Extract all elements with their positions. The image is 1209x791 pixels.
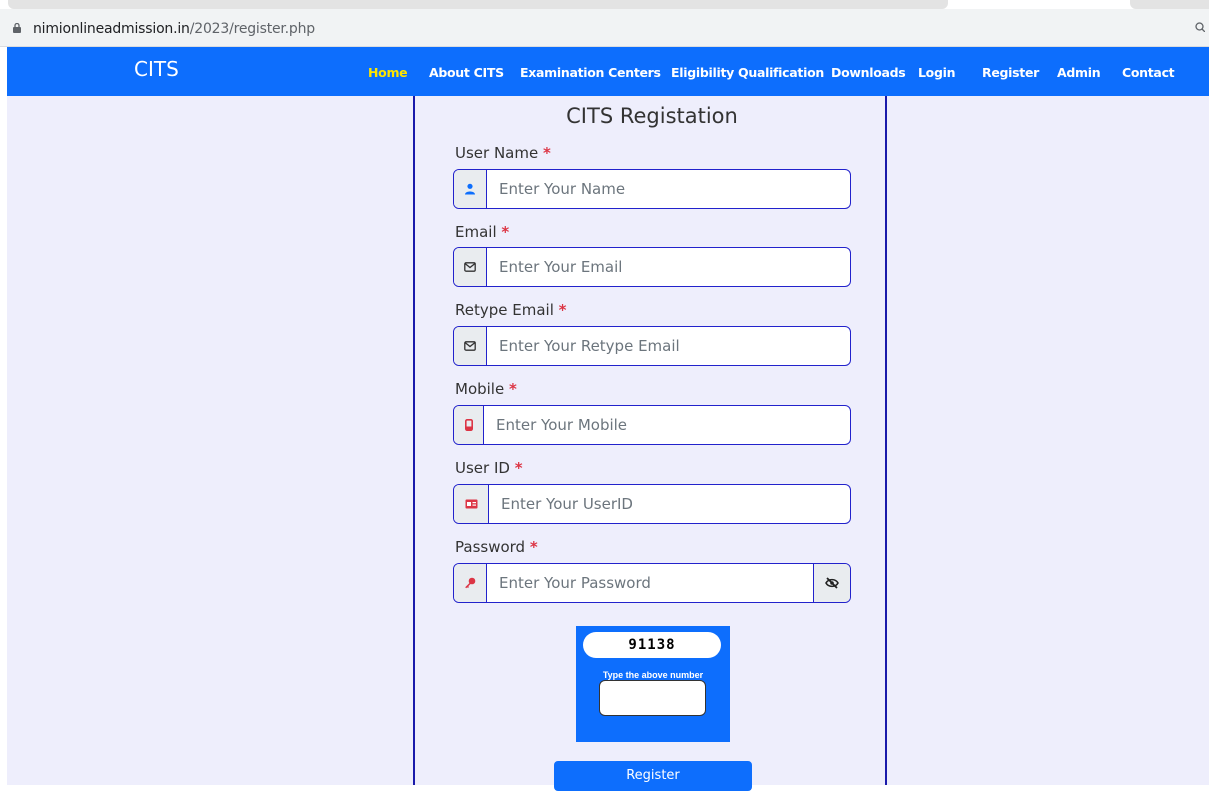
captcha-number: 91138 [583, 632, 721, 658]
user-id-input[interactable] [489, 485, 850, 523]
required-mark: * [529, 538, 538, 556]
browser-tab[interactable] [1130, 0, 1209, 9]
label-password: Password * [455, 538, 538, 556]
url-path: /2023/register.php [189, 21, 315, 37]
browser-tab-strip [0, 0, 1209, 9]
retype-email-group [453, 326, 851, 366]
retype-email-input[interactable] [487, 327, 850, 365]
nav-contact[interactable]: Contact [1122, 65, 1175, 80]
label-retype-email: Retype Email * [455, 301, 567, 319]
mobile-input[interactable] [484, 406, 850, 444]
required-mark: * [509, 380, 517, 398]
user-name-input[interactable] [487, 170, 850, 208]
label-text: Password [455, 538, 526, 556]
user-icon [454, 170, 487, 208]
nav-admin[interactable]: Admin [1057, 65, 1101, 80]
zoom-icon[interactable] [1195, 22, 1205, 32]
label-text: Mobile [455, 380, 505, 398]
browser-tab[interactable] [8, 0, 948, 9]
required-mark: * [543, 144, 551, 162]
nav-home[interactable]: Home [368, 65, 408, 80]
brand-logo[interactable]: CITS [134, 57, 179, 81]
form-title: CITS Registation [566, 104, 738, 128]
address-bar[interactable]: nimionlineadmission.in/2023/register.php [0, 9, 1209, 47]
nav-about-cits[interactable]: About CITS [429, 65, 504, 80]
nav-examination-centers[interactable]: Examination Centers [520, 65, 661, 80]
label-mobile: Mobile * [455, 380, 517, 398]
nav-eligibility-qualification[interactable]: Eligibility Qualification [671, 65, 824, 80]
nav-register[interactable]: Register [982, 65, 1039, 80]
required-mark: * [514, 459, 523, 477]
label-email: Email * [455, 223, 509, 241]
required-mark: * [501, 223, 510, 241]
register-button[interactable]: Register [554, 761, 752, 791]
password-input[interactable] [487, 564, 813, 602]
password-group [453, 563, 851, 603]
url-text[interactable]: nimionlineadmission.in/2023/register.php [33, 21, 315, 37]
label-text: User Name [455, 144, 539, 162]
eye-slash-icon[interactable] [813, 564, 850, 602]
user-name-group [453, 169, 851, 209]
lock-icon[interactable] [13, 23, 21, 33]
captcha-input[interactable] [599, 680, 706, 716]
label-user-id: User ID * [455, 459, 523, 477]
label-text: User ID [455, 459, 510, 477]
label-user-name: User Name * [455, 144, 551, 162]
nav-downloads[interactable]: Downloads [831, 65, 906, 80]
label-text: Email [455, 223, 497, 241]
mobile-icon [454, 406, 484, 444]
url-domain: nimionlineadmission.in [33, 21, 190, 37]
captcha-box: 91138 Type the above number [576, 626, 730, 742]
navbar: CITS Home About CITS Examination Centers… [7, 47, 1209, 96]
key-icon [454, 564, 487, 602]
user-id-group [453, 484, 851, 524]
envelope-icon [454, 327, 487, 365]
id-card-icon [454, 485, 489, 523]
label-text: Retype Email [455, 301, 554, 319]
nav-login[interactable]: Login [918, 65, 955, 80]
captcha-instruction: Type the above number [602, 670, 704, 680]
email-group [453, 247, 851, 287]
envelope-icon [454, 248, 487, 286]
required-mark: * [558, 301, 567, 319]
mobile-group [453, 405, 851, 445]
email-input[interactable] [487, 248, 850, 286]
